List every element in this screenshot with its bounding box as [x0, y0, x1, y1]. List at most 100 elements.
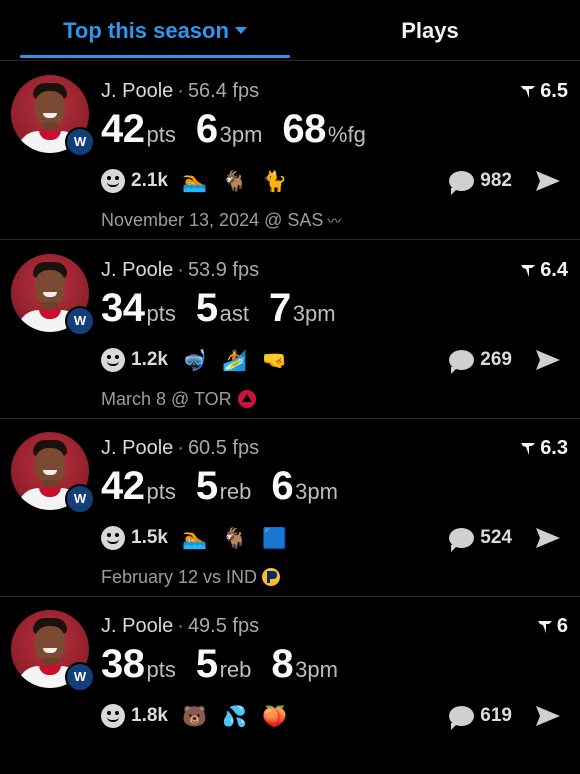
stat-unit: pts	[146, 479, 176, 504]
comment-bubble-icon[interactable]	[449, 706, 475, 730]
rating: 6.4	[520, 259, 568, 282]
spurs-logo-icon: 〰	[327, 213, 342, 229]
player-name: J. Poole	[101, 80, 174, 102]
game-date-text: March 8 @ TOR	[101, 389, 232, 409]
stat-unit: 3pm	[295, 657, 338, 682]
stat-unit: 3pm	[292, 301, 336, 326]
comment-count[interactable]: 524	[480, 527, 512, 549]
player-name: J. Poole	[101, 259, 174, 281]
share-icon[interactable]	[534, 348, 562, 372]
rating-icon	[521, 443, 536, 455]
player-line: J. Poole · 56.4 fps	[101, 80, 259, 103]
comment-bubble-icon[interactable]	[449, 528, 475, 552]
game-date: February 12 vs IND	[101, 567, 281, 588]
rating: 6.5	[520, 80, 568, 103]
stat-number: 5	[195, 464, 218, 508]
reaction-emoji[interactable]: 🐈	[262, 169, 287, 194]
wizards-logo-icon: W	[65, 127, 95, 157]
play-card[interactable]: W J. Poole · 60.5 fps 6.3 42pts 5reb 63pm 1.…	[0, 418, 580, 597]
share-icon[interactable]	[534, 169, 562, 193]
reaction-emoji[interactable]: 🤿	[182, 348, 207, 373]
comments-area: 269	[449, 348, 562, 374]
separator-dot: ·	[177, 80, 184, 102]
rating: 6.3	[520, 437, 568, 460]
reaction-smiley-icon[interactable]	[101, 704, 125, 728]
play-card[interactable]: W J. Poole · 49.5 fps 6 38pts 5reb 83pm 1.8k…	[0, 596, 580, 774]
game-date-text: November 13, 2024 @ SAS	[101, 210, 324, 230]
fps-value: 56.4 fps	[187, 80, 260, 102]
rating: 6	[537, 615, 568, 638]
play-card[interactable]: W J. Poole · 56.4 fps 6.5 42pts 63pm 68%fg 2…	[0, 61, 580, 240]
player-line: J. Poole · 49.5 fps	[101, 615, 259, 638]
fps-value: 53.9 fps	[187, 259, 260, 281]
stat-unit: reb	[219, 479, 252, 504]
stat-unit: pts	[146, 301, 176, 326]
reaction-emoji[interactable]: 🐐	[222, 169, 247, 194]
fps-value: 49.5 fps	[187, 615, 260, 637]
rating-icon	[521, 265, 536, 277]
stat-number: 68	[282, 107, 326, 151]
wizards-logo-icon: W	[65, 484, 95, 514]
reaction-emoji[interactable]: 🏊	[182, 169, 207, 194]
stat-unit: 3pm	[219, 122, 263, 147]
stat-unit: reb	[219, 657, 252, 682]
reaction-count: 1.8k	[131, 705, 168, 726]
reaction-emoji[interactable]: 🟦	[262, 526, 287, 551]
reactions-row: 2.1k 🏊 🐐 🐈	[101, 168, 302, 194]
reaction-emoji[interactable]: 🐻	[182, 704, 207, 729]
comment-count[interactable]: 619	[480, 705, 512, 727]
player-avatar[interactable]: W	[11, 432, 95, 514]
reaction-emoji[interactable]: 💦	[222, 704, 247, 729]
rating-value: 6.5	[540, 80, 568, 102]
play-card[interactable]: W J. Poole · 53.9 fps 6.4 34pts 5ast 73pm 1.…	[0, 240, 580, 419]
stat-unit: ast	[219, 301, 249, 326]
stat-number: 6	[271, 464, 294, 508]
reaction-smiley-icon[interactable]	[101, 526, 125, 550]
player-name: J. Poole	[101, 437, 174, 459]
reaction-emoji[interactable]: 🏊	[182, 526, 207, 551]
comment-count[interactable]: 269	[480, 349, 512, 371]
stat-number: 8	[271, 642, 294, 686]
stat-line: 42pts 63pm 68%fg	[101, 107, 366, 151]
reaction-smiley-icon[interactable]	[101, 348, 125, 372]
player-avatar[interactable]: W	[11, 75, 95, 157]
stat-number: 38	[101, 642, 145, 686]
game-date-text: February 12 vs IND	[101, 567, 258, 587]
rating-value: 6.4	[540, 259, 568, 281]
active-tab-indicator	[20, 55, 290, 58]
share-icon[interactable]	[534, 526, 562, 550]
tab-top-this-season[interactable]: Top this season	[20, 18, 290, 44]
reaction-emoji[interactable]: 🐐	[222, 526, 247, 551]
reaction-emoji[interactable]: 🏄	[222, 348, 247, 373]
stat-number: 6	[195, 107, 218, 151]
comment-bubble-icon[interactable]	[449, 171, 475, 195]
reaction-emoji[interactable]: 🍑	[262, 704, 287, 729]
tab-plays[interactable]: Plays	[290, 18, 570, 44]
reactions-row: 1.8k 🐻 💦 🍑	[101, 703, 302, 729]
reaction-count: 1.2k	[131, 349, 168, 370]
caret-down-icon	[234, 26, 247, 34]
game-date: November 13, 2024 @ SAS 〰	[101, 210, 341, 231]
pacers-logo-icon	[262, 568, 281, 586]
reactions-row: 1.2k 🤿 🏄 🤜	[101, 347, 302, 373]
tab-bar: Top this season Plays	[0, 0, 580, 61]
comments-area: 524	[449, 526, 562, 552]
player-line: J. Poole · 60.5 fps	[101, 437, 259, 460]
game-date: March 8 @ TOR	[101, 389, 258, 410]
comment-count[interactable]: 982	[480, 170, 512, 192]
stat-number: 7	[268, 286, 291, 330]
player-avatar[interactable]: W	[11, 254, 95, 336]
share-icon[interactable]	[534, 704, 562, 728]
reaction-smiley-icon[interactable]	[101, 169, 125, 193]
separator-dot: ·	[177, 437, 184, 459]
comment-bubble-icon[interactable]	[449, 350, 475, 374]
reaction-emoji[interactable]: 🤜	[262, 348, 287, 373]
rating-value: 6.3	[540, 437, 568, 459]
raptors-logo-icon	[237, 390, 256, 408]
stat-number: 42	[101, 107, 145, 151]
stat-number: 5	[195, 286, 218, 330]
player-avatar[interactable]: W	[11, 610, 95, 692]
stat-line: 42pts 5reb 63pm	[101, 464, 338, 508]
separator-dot: ·	[177, 615, 184, 637]
stat-unit: pts	[146, 657, 176, 682]
